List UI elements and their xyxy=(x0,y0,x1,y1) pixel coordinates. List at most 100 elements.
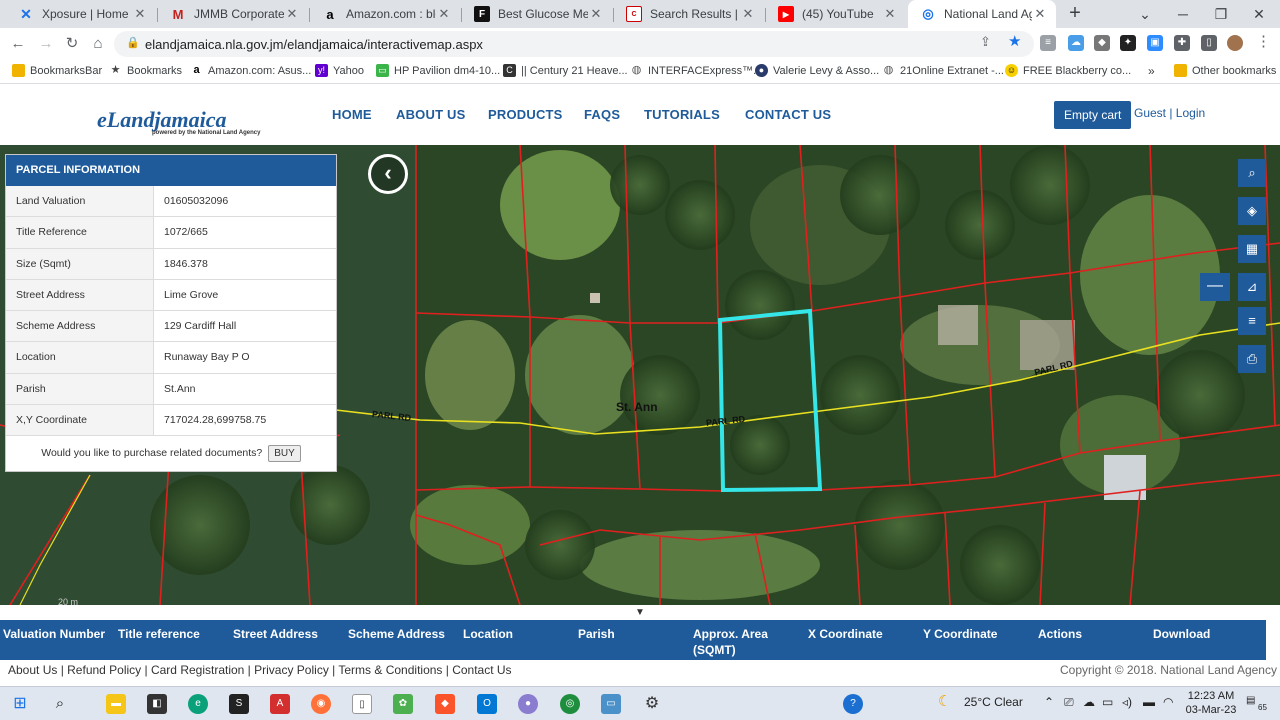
youtube-icon: ▶ xyxy=(778,6,794,22)
firefox-icon[interactable]: ◉ xyxy=(311,694,331,714)
bookmark-item[interactable]: ▭ HP Pavilion dm4-10... xyxy=(376,64,500,77)
puzzle-icon[interactable]: ✚ xyxy=(1174,35,1190,51)
store-icon[interactable]: ◧ xyxy=(147,694,167,714)
print-icon[interactable]: ⎙ xyxy=(1238,345,1266,373)
clock[interactable]: 12:23 AM 03-Mar-23 xyxy=(1180,689,1242,717)
share-icon[interactable]: ⇪ xyxy=(980,34,991,50)
extension-icon[interactable]: ✦ xyxy=(1120,35,1136,51)
cloud-icon[interactable]: ☁ xyxy=(1068,35,1084,51)
bookmark-item[interactable]: ☺ FREE Blackberry co... xyxy=(1005,64,1131,77)
bookmark-item[interactable]: ★ Bookmarks xyxy=(109,64,182,77)
windows-start-icon[interactable]: ⊞ xyxy=(10,694,30,714)
footer-links[interactable]: About Us | Refund Policy | Card Registra… xyxy=(8,663,512,677)
tab-canon[interactable]: C Search Results | Canon ✕ xyxy=(614,0,764,28)
bookmark-item[interactable]: a Amazon.com: Asus... xyxy=(190,64,311,77)
results-toggle-icon[interactable]: ▼ xyxy=(0,605,1280,620)
close-tab-icon[interactable]: ✕ xyxy=(436,6,452,22)
menu-dots-icon[interactable]: ⋮ xyxy=(1256,32,1271,50)
tray-icon[interactable]: ⎚ xyxy=(1064,695,1074,710)
nav-products[interactable]: PRODUCTS xyxy=(488,107,563,122)
buy-prompt-text: Would you like to purchase related docum… xyxy=(41,447,263,460)
collapse-panel-button[interactable]: ‹ xyxy=(368,154,408,194)
nav-faqs[interactable]: FAQS xyxy=(584,107,620,122)
more-bookmarks-icon[interactable]: » xyxy=(1148,64,1155,78)
zoom-icon[interactable]: ▣ xyxy=(1147,35,1163,51)
maximize-icon[interactable]: ❐ xyxy=(1202,0,1240,28)
tray-icon[interactable]: ▭ xyxy=(1102,695,1113,709)
nav-tutorials[interactable]: TUTORIALS xyxy=(644,107,720,122)
buy-button[interactable]: BUY xyxy=(268,445,301,463)
bookmark-item[interactable]: ◍ 21Online Extranet -... xyxy=(882,64,1004,77)
guest-login-link[interactable]: Guest | Login xyxy=(1134,106,1205,120)
reload-icon[interactable]: ↻ xyxy=(60,32,84,56)
home-icon[interactable]: ⌂ xyxy=(86,32,110,56)
pinwheel-icon[interactable]: ✿ xyxy=(393,694,413,714)
close-window-icon[interactable]: ✕ xyxy=(1240,0,1278,28)
close-tab-icon[interactable]: ✕ xyxy=(132,6,148,22)
forward-icon[interactable]: → xyxy=(34,32,58,56)
bookmark-item[interactable]: y! Yahoo xyxy=(315,64,364,77)
close-tab-icon[interactable]: ✕ xyxy=(284,6,300,22)
address-bar[interactable]: 🔒 elandjamaica.nla.gov.jm/elandjamaica/i… xyxy=(114,31,1034,57)
app-icon[interactable]: ● xyxy=(518,694,538,714)
star-icon: ★ xyxy=(110,64,121,76)
tab-amazon[interactable]: a Amazon.com : blood ✕ xyxy=(310,0,460,28)
zoom-out-icon[interactable]: — xyxy=(1200,273,1230,301)
sidebar-icon[interactable]: ▯ xyxy=(1201,35,1217,51)
dropbox-icon[interactable]: ◆ xyxy=(1094,35,1110,51)
battery-icon[interactable]: ▬ xyxy=(1143,695,1155,709)
close-tab-icon[interactable]: ✕ xyxy=(1032,6,1048,22)
empty-cart-button[interactable]: Empty cart xyxy=(1054,101,1132,129)
bookmark-item[interactable]: Other bookmarks xyxy=(1174,64,1276,77)
bookmark-item[interactable]: ● Valerie Levy & Asso... xyxy=(755,64,879,77)
measure-icon[interactable]: ⊿ xyxy=(1238,273,1266,301)
edge-icon[interactable]: e xyxy=(188,694,208,714)
back-icon[interactable]: ← xyxy=(6,32,30,56)
tab-forbes[interactable]: F Best Glucose Meters ✕ xyxy=(462,0,612,28)
search-icon[interactable]: ⌕ xyxy=(50,694,70,714)
chrome-icon[interactable]: ◎ xyxy=(560,694,580,714)
weather-text[interactable]: 25°C Clear xyxy=(964,695,1023,709)
outlook-icon[interactable]: O xyxy=(477,694,497,714)
close-tab-icon[interactable]: ✕ xyxy=(740,6,756,22)
chevron-down-icon[interactable]: ⌄ xyxy=(1126,0,1164,28)
bookmark-star-icon[interactable]: ★ xyxy=(1008,32,1021,50)
row-value: 01605032096 xyxy=(164,195,229,207)
extension-icon[interactable]: ≡ xyxy=(1040,35,1056,51)
close-tab-icon[interactable]: ✕ xyxy=(882,6,898,22)
help-icon[interactable]: ? xyxy=(843,694,863,714)
bookmark-item[interactable]: C || Century 21 Heave... xyxy=(503,64,628,77)
avatar[interactable] xyxy=(1227,35,1243,51)
list-icon[interactable]: ≡ xyxy=(1238,307,1266,335)
bookmark-item[interactable]: ◍ INTERFACExpress™... xyxy=(630,64,763,77)
volume-icon[interactable]: ◃) xyxy=(1122,695,1132,709)
nav-contact-us[interactable]: CONTACT US xyxy=(745,107,831,122)
nav-home[interactable]: HOME xyxy=(332,107,372,122)
bookmark-item[interactable]: BookmarksBar xyxy=(12,64,102,77)
folder-icon xyxy=(12,64,25,77)
file-explorer-icon[interactable]: ▬ xyxy=(106,694,126,714)
notification-icon[interactable]: ▤ xyxy=(1246,695,1255,706)
layers-icon[interactable]: ◈ xyxy=(1238,197,1266,225)
column-header: Street Address xyxy=(233,627,318,641)
nav-about-us[interactable]: ABOUT US xyxy=(396,107,466,122)
app-icon[interactable]: ▭ xyxy=(601,694,621,714)
chevron-up-icon[interactable]: ⌃ xyxy=(1044,695,1054,709)
new-tab-icon[interactable]: + xyxy=(1064,3,1086,25)
minimize-icon[interactable]: ─ xyxy=(1164,0,1202,28)
cloud-icon[interactable]: ☁ xyxy=(1083,695,1095,709)
wifi-icon[interactable]: ◠ xyxy=(1163,695,1173,709)
close-tab-icon[interactable]: ✕ xyxy=(588,6,604,22)
document-icon[interactable]: ▯ xyxy=(352,694,372,714)
brave-icon[interactable]: ◆ xyxy=(435,694,455,714)
settings-gear-icon[interactable]: ⚙ xyxy=(642,694,662,714)
qr-code-icon[interactable]: ▦ xyxy=(1238,235,1266,263)
tab-xposure[interactable]: ✕ Xposure | Home ✕ xyxy=(6,0,156,28)
app-icon[interactable]: S xyxy=(229,694,249,714)
acrobat-icon[interactable]: A xyxy=(270,694,290,714)
search-icon[interactable]: ⌕ xyxy=(1238,159,1266,187)
tab-national-land-agency[interactable]: ◎ National Land Agency ✕ xyxy=(908,0,1056,28)
tab-jmmb[interactable]: M JMMB Corporate Mon ✕ xyxy=(158,0,308,28)
century21-icon: C xyxy=(503,64,516,77)
tab-youtube[interactable]: ▶ (45) YouTube ✕ xyxy=(766,0,906,28)
